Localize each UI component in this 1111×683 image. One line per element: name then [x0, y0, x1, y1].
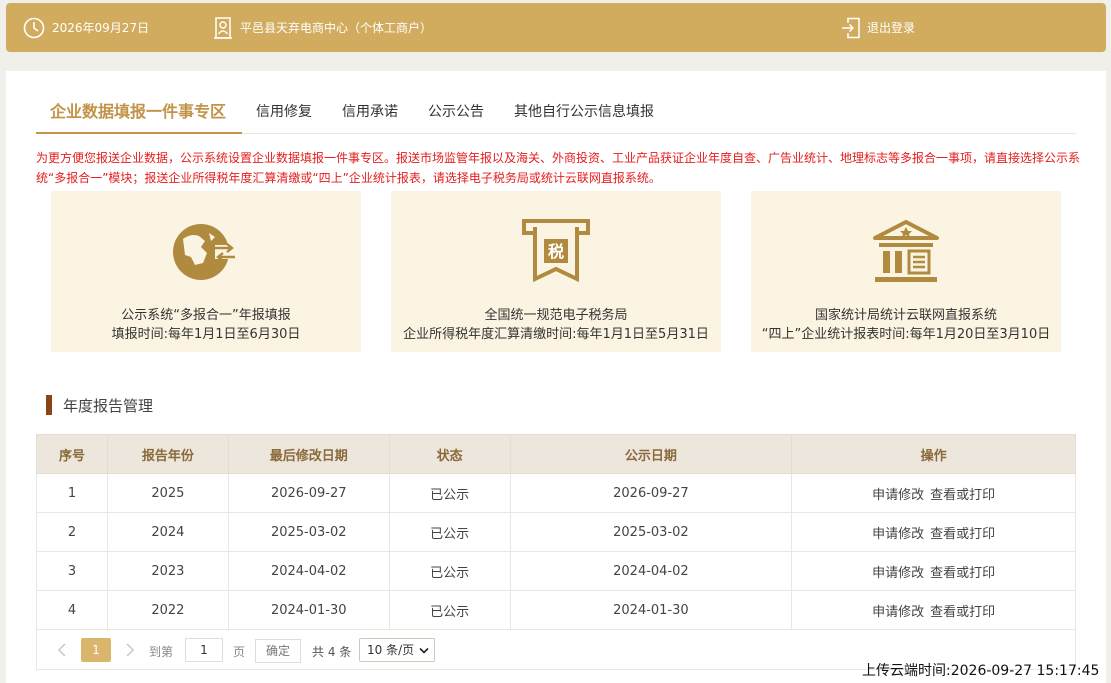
page-unit-label: 页: [233, 645, 246, 659]
card-annual-report[interactable]: 公示系统“多报合一”年报填报 填报时间:每年1月1日至6月30日: [51, 191, 361, 352]
cell-year: 2023: [106, 551, 229, 591]
chevron-left-icon: [57, 643, 66, 657]
current-date: 2026年09月27日: [52, 21, 150, 35]
cell-status: 已公示: [388, 551, 511, 591]
cell-published: 2024-04-02: [509, 551, 793, 591]
next-page-button[interactable]: [115, 638, 145, 662]
goto-confirm-button[interactable]: 确定: [255, 639, 301, 663]
card-tax-bureau[interactable]: 税 全国统一规范电子税务局 企业所得税年度汇算清缴时间:每年1月1日至5月31日: [391, 191, 721, 352]
tab-public-notice[interactable]: 公示公告: [428, 97, 484, 134]
cell-actions: 申请修改 查看或打印: [791, 551, 1076, 591]
cell-index: 2: [36, 512, 108, 552]
tab-other-disclosure[interactable]: 其他自行公示信息填报: [514, 97, 654, 134]
col-header-year: 报告年份: [106, 434, 229, 474]
card-statistics-title: 国家统计局统计云联网直报系统: [814, 308, 997, 323]
table-row: 3 2023 2024-04-02 已公示 2024-04-02 申请修改 查看或…: [36, 551, 1076, 591]
company-name: 平邑县天弃电商中心（个体工商户）: [240, 21, 433, 35]
page-number-current[interactable]: 1: [81, 638, 111, 662]
card-annual-report-time: 填报时间:每年1月1日至6月30日: [111, 327, 301, 342]
cell-published: 2024-01-30: [509, 590, 793, 630]
tab-bar: 企业数据填报一件事专区 信用修复 信用承诺 公示公告 其他自行公示信息填报: [36, 97, 1076, 134]
date-item: 2026年09月27日: [23, 3, 149, 52]
cell-index: 3: [36, 551, 108, 591]
card-tax-time: 企业所得税年度汇算清缴时间:每年1月1日至5月31日: [403, 327, 709, 342]
cell-actions: 申请修改 查看或打印: [791, 512, 1076, 552]
top-bar: 2026年09月27日 平邑县天弃电商中心（个体工商户） 退出登录: [6, 3, 1106, 52]
cell-modified: 2024-01-30: [227, 590, 390, 630]
card-annual-report-title: 公示系统“多报合一”年报填报: [121, 308, 291, 323]
total-count: 共 4 条: [312, 645, 352, 659]
cell-status: 已公示: [388, 512, 511, 552]
chevron-right-icon: [126, 643, 135, 657]
section-title: 年度报告管理: [46, 395, 153, 415]
cell-actions: 申请修改 查看或打印: [791, 473, 1076, 513]
prev-page-button[interactable]: [47, 638, 77, 662]
apply-modify-link[interactable]: 申请修改: [872, 605, 924, 620]
col-header-actions: 操作: [791, 434, 1076, 474]
company-item: 平邑县天弃电商中心（个体工商户）: [213, 3, 432, 52]
table-row: 4 2022 2024-01-30 已公示 2024-01-30 申请修改 查看或…: [36, 590, 1076, 630]
cell-year: 2024: [106, 512, 229, 552]
apply-modify-link[interactable]: 申请修改: [872, 527, 924, 542]
tax-icon: 税: [391, 219, 721, 285]
col-header-index: 序号: [36, 434, 108, 474]
page-size-value: 10 条/页: [367, 643, 415, 657]
main-panel: 企业数据填报一件事专区 信用修复 信用承诺 公示公告 其他自行公示信息填报 为更…: [6, 71, 1106, 683]
view-print-link[interactable]: 查看或打印: [930, 605, 995, 620]
view-print-link[interactable]: 查看或打印: [930, 527, 995, 542]
annual-report-icon: [51, 219, 361, 285]
section-title-bar: [46, 395, 52, 415]
tab-credit-repair[interactable]: 信用修复: [256, 97, 312, 134]
table-row: 2 2024 2025-03-02 已公示 2025-03-02 申请修改 查看或…: [36, 512, 1076, 552]
apply-modify-link[interactable]: 申请修改: [872, 488, 924, 503]
table-header-row: 序号 报告年份 最后修改日期 状态 公示日期 操作: [36, 434, 1076, 474]
bank-building-icon: [751, 219, 1061, 285]
card-statistics[interactable]: 国家统计局统计云联网直报系统 “四上”企业统计报表时间:每年1月20日至3月10…: [751, 191, 1061, 352]
col-header-modified: 最后修改日期: [227, 434, 390, 474]
cell-status: 已公示: [388, 473, 511, 513]
page-size-select[interactable]: 10 条/页: [359, 638, 435, 662]
cell-index: 4: [36, 590, 108, 630]
view-print-link[interactable]: 查看或打印: [930, 566, 995, 581]
cell-year: 2022: [106, 590, 229, 630]
goto-page-input[interactable]: 1: [185, 638, 223, 662]
col-header-published: 公示日期: [509, 434, 793, 474]
table-row: 1 2025 2026-09-27 已公示 2026-09-27 申请修改 查看或…: [36, 473, 1076, 513]
cell-modified: 2025-03-02: [227, 512, 390, 552]
building-id-icon: [213, 16, 233, 39]
tab-credit-commitment[interactable]: 信用承诺: [342, 97, 398, 134]
annual-report-table: 序号 报告年份 最后修改日期 状态 公示日期 操作 1 2025 2026-09…: [36, 434, 1076, 630]
svg-text:税: 税: [548, 242, 564, 261]
card-tax-title: 全国统一规范电子税务局: [484, 308, 628, 323]
notice-text: 为更方便您报送企业数据，公示系统设置企业数据填报一件事专区。报送市场监管年报以及…: [36, 151, 1081, 185]
logout-icon: [841, 17, 861, 39]
apply-modify-link[interactable]: 申请修改: [872, 566, 924, 581]
cell-actions: 申请修改 查看或打印: [791, 590, 1076, 630]
goto-label: 到第: [149, 645, 174, 659]
cell-index: 1: [36, 473, 108, 513]
cell-modified: 2026-09-27: [227, 473, 390, 513]
chevron-down-icon: [419, 647, 429, 654]
cell-modified: 2024-04-02: [227, 551, 390, 591]
card-statistics-time: “四上”企业统计报表时间:每年1月20日至3月10日: [761, 327, 1051, 342]
cell-published: 2025-03-02: [509, 512, 793, 552]
upload-timestamp: 上传云端时间:2026-09-27 15:17:45: [862, 663, 1100, 679]
clock-icon: [23, 17, 45, 39]
view-print-link[interactable]: 查看或打印: [930, 488, 995, 503]
col-header-status: 状态: [388, 434, 511, 474]
cell-year: 2025: [106, 473, 229, 513]
logout-label: 退出登录: [867, 21, 916, 35]
cell-published: 2026-09-27: [509, 473, 793, 513]
logout-button[interactable]: 退出登录: [841, 3, 915, 52]
tab-enterprise-data[interactable]: 企业数据填报一件事专区: [36, 97, 242, 134]
section-title-text: 年度报告管理: [63, 396, 154, 415]
cell-status: 已公示: [388, 590, 511, 630]
